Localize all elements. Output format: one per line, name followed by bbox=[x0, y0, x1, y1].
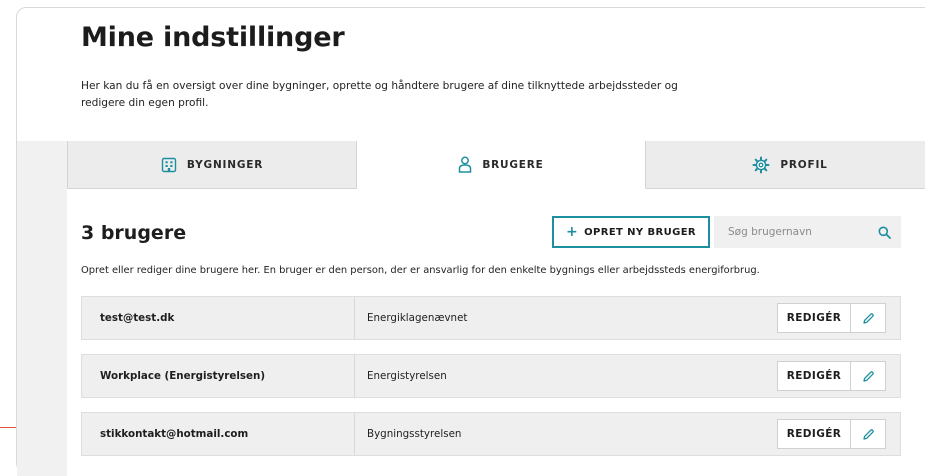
user-name: Workplace (Energistyrelsen) bbox=[100, 370, 266, 382]
tab-brugere-label: BRUGERE bbox=[482, 158, 544, 171]
users-help-text: Opret eller rediger dine brugere her. En… bbox=[81, 265, 760, 276]
users-count-heading: 3 brugere bbox=[81, 222, 187, 244]
user-organization: Energistyrelsen bbox=[354, 355, 777, 397]
create-user-button[interactable]: + OPRET NY BRUGER bbox=[552, 216, 710, 248]
page-title: Mine indstillinger bbox=[81, 22, 345, 53]
edit-user-button[interactable]: REDIGÉR bbox=[778, 420, 851, 448]
tab-profil-label: PROFIL bbox=[780, 158, 828, 171]
user-actions: REDIGÉR bbox=[777, 303, 886, 333]
user-organization: Bygningsstyrelsen bbox=[354, 413, 777, 455]
pencil-icon[interactable] bbox=[851, 420, 885, 448]
user-row: Workplace (Energistyrelsen) Energistyrel… bbox=[81, 354, 901, 398]
user-name: stikkontakt@hotmail.com bbox=[100, 428, 249, 440]
plus-icon: + bbox=[565, 224, 579, 240]
user-search bbox=[714, 216, 901, 248]
user-name: test@test.dk bbox=[100, 312, 175, 324]
gear-icon bbox=[752, 156, 770, 174]
search-input[interactable] bbox=[726, 225, 878, 239]
user-actions: REDIGÉR bbox=[777, 419, 886, 449]
tab-bygninger[interactable]: BYGNINGER bbox=[67, 141, 357, 188]
tab-profil[interactable]: PROFIL bbox=[646, 141, 925, 188]
building-icon bbox=[161, 157, 177, 173]
user-icon bbox=[458, 156, 472, 173]
pencil-icon[interactable] bbox=[851, 304, 885, 332]
user-actions: REDIGÉR bbox=[777, 361, 886, 391]
page-intro: Her kan du få en oversigt over dine bygn… bbox=[81, 80, 678, 109]
pencil-icon[interactable] bbox=[851, 362, 885, 390]
settings-tabs: BYGNINGER BRUGERE PROFIL bbox=[67, 141, 925, 189]
tab-brugere[interactable]: BRUGERE bbox=[357, 141, 646, 189]
user-row: test@test.dk Energiklagenævnet REDIGÉR bbox=[81, 296, 901, 340]
edit-user-button[interactable]: REDIGÉR bbox=[778, 304, 851, 332]
decorative-line bbox=[0, 427, 16, 428]
search-icon[interactable] bbox=[878, 226, 891, 239]
page-frame: Mine indstillinger Her kan du få en over… bbox=[16, 7, 925, 476]
user-organization: Energiklagenævnet bbox=[354, 297, 777, 339]
user-row: stikkontakt@hotmail.com Bygningsstyrelse… bbox=[81, 412, 901, 456]
tab-bygninger-label: BYGNINGER bbox=[186, 158, 264, 171]
edit-user-button[interactable]: REDIGÉR bbox=[778, 362, 851, 390]
create-user-label: OPRET NY BRUGER bbox=[584, 226, 697, 238]
